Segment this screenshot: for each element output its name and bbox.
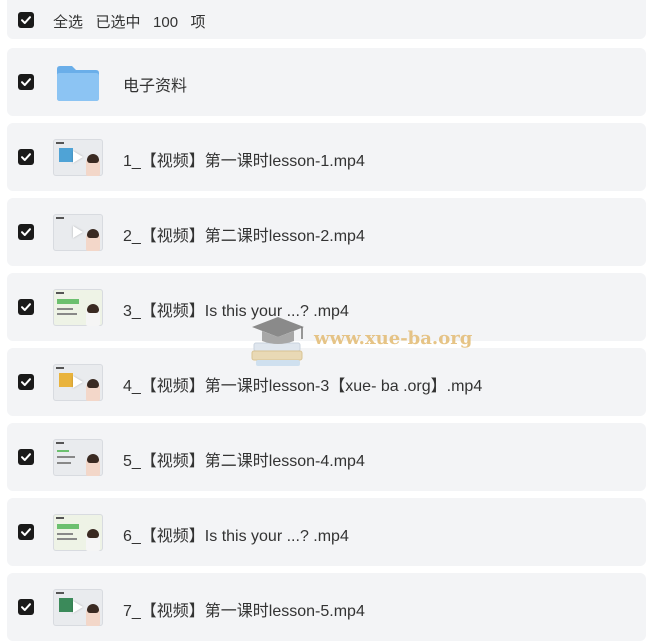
item-checkbox[interactable] [18, 599, 34, 615]
check-icon [21, 16, 31, 24]
check-icon [21, 378, 31, 386]
folder-icon [57, 66, 99, 101]
item-checkbox[interactable] [18, 374, 34, 390]
check-icon [21, 528, 31, 536]
item-name[interactable]: 5_【视频】第二课时lesson-4.mp4 [123, 447, 365, 471]
video-thumbnail [53, 439, 103, 476]
item-checkbox[interactable] [18, 449, 34, 465]
item-name[interactable]: 2_【视频】第二课时lesson-2.mp4 [123, 222, 365, 246]
item-checkbox[interactable] [18, 149, 34, 165]
watermark: www.xue-ba.org [246, 313, 472, 369]
list-item[interactable]: 2_【视频】第二课时lesson-2.mp4 [7, 198, 646, 266]
video-thumbnail [53, 589, 103, 626]
graduation-cap-icon [251, 317, 304, 366]
list-item[interactable]: 1_【视频】第一课时lesson-1.mp4 [7, 123, 646, 191]
select-all-label: 全选 已选中 100 项 [53, 14, 206, 31]
select-all-bar: 全选 已选中 100 项 [7, 0, 646, 39]
list-item[interactable]: 7_【视频】第一课时lesson-5.mp4 [7, 573, 646, 641]
item-name[interactable]: 1_【视频】第一课时lesson-1.mp4 [123, 147, 365, 171]
list-item-folder[interactable]: 电子资料 [7, 48, 646, 116]
check-icon [21, 603, 31, 611]
item-name[interactable]: 7_【视频】第一课时lesson-5.mp4 [123, 597, 365, 621]
video-thumbnail [53, 289, 103, 326]
item-name[interactable]: 电子资料 [123, 72, 187, 96]
watermark-text: www.xue-ba.org [314, 328, 473, 349]
item-checkbox[interactable] [18, 224, 34, 240]
video-thumbnail [53, 514, 103, 551]
list-item[interactable]: 5_【视频】第二课时lesson-4.mp4 [7, 423, 646, 491]
check-icon [21, 153, 31, 161]
check-icon [21, 453, 31, 461]
video-thumbnail [53, 139, 103, 176]
item-name[interactable]: 6_【视频】Is this your ...? .mp4 [123, 522, 349, 546]
check-icon [21, 303, 31, 311]
item-checkbox[interactable] [18, 74, 34, 90]
item-checkbox[interactable] [18, 299, 34, 315]
check-icon [21, 228, 31, 236]
select-all-checkbox[interactable] [18, 12, 34, 28]
check-icon [21, 78, 31, 86]
list-item[interactable]: 6_【视频】Is this your ...? .mp4 [7, 498, 646, 566]
item-name[interactable]: 4_【视频】第一课时lesson-3【xue- ba .org】.mp4 [123, 372, 482, 396]
video-thumbnail [53, 364, 103, 401]
item-checkbox[interactable] [18, 524, 34, 540]
video-thumbnail [53, 214, 103, 251]
